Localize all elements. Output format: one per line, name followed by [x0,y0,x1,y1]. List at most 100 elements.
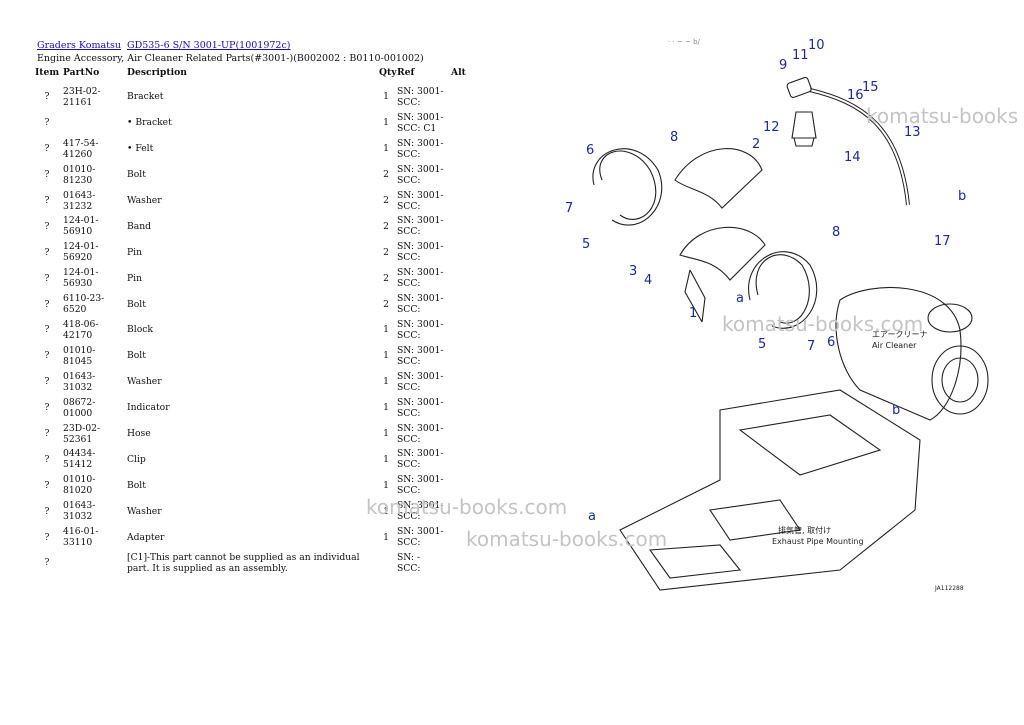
cell-item: ? [44,169,50,181]
cell-partno: 6110-23-6520 [63,293,105,316]
parts-table: Item PartNo Description Qty Ref Alt ? 23H… [33,66,483,576]
block-drawing [786,76,812,98]
cell-qty: 1 [383,453,389,465]
cell-alt [449,239,483,265]
breadcrumb: Graders Komatsu GD535-6 S/N 3001-UP(1001… [37,40,294,51]
cell-partno: 01643-31032 [63,500,96,523]
cell-partno: 418-06-42170 [63,318,99,341]
frame-drawing [619,389,921,591]
table-row: ? 01010-81230 Bolt 2 SN: 3001- SCC: [33,162,483,188]
callout-label: 3 [629,264,637,279]
cell-qty: 1 [383,479,389,491]
band-right-drawing [755,254,810,324]
cell-partno: 124-01-56920 [63,241,99,264]
air-cleaner-label-jp: エアークリーナ [872,330,928,339]
parts-diagram: 10 11 9 15 16 12 13 14 8 2 6 7 5 b 17 8 … [565,38,989,592]
callout-label: 6 [827,335,835,350]
drawing-id: JA112288 [934,585,964,592]
cell-partno: 23H-02-21161 [63,85,101,108]
band-left-drawing [599,150,657,220]
cell-description: • Felt [127,143,154,155]
cell-ref: SN: 3001- SCC: C1 [397,111,444,134]
cell-alt [449,110,483,136]
cell-ref: SN: 3001- SCC: [397,396,444,419]
callout-label: 11 [792,48,809,63]
callout-label: 8 [670,130,678,145]
table-row: ? [C1]-This part cannot be supplied as an… [33,550,483,576]
header-partno: PartNo [63,66,100,78]
cell-qty: 1 [383,324,389,336]
cell-qty: 2 [383,220,389,232]
cell-ref: SN: 3001- SCC: [397,215,444,238]
callout-label: a [588,509,596,524]
callout-label: a [736,291,744,306]
cell-item: ? [44,350,50,362]
cell-item: ? [44,117,50,129]
table-row: ? 418-06-42170 Block 1 SN: 3001- SCC: [33,317,483,343]
cell-ref: SN: 3001- SCC: [397,474,444,497]
cell-partno: 124-01-56910 [63,215,99,238]
cell-ref: SN: 3001- SCC: [397,318,444,341]
page-subtitle: Engine Accessory, Air Cleaner Related Pa… [37,53,424,64]
table-row: ? 01643-31232 Washer 2 SN: 3001- SCC: [33,188,483,214]
cell-qty: 1 [383,402,389,414]
cell-item: ? [44,272,50,284]
table-row: ? 01643-31032 Washer 1 SN: 3001- SCC: [33,498,483,524]
cell-alt [449,136,483,162]
cell-qty: 2 [383,298,389,310]
cell-description: Band [127,220,152,232]
callout-label: 5 [582,237,590,252]
table-row: ? 417-54-41260 • Felt 1 SN: 3001- SCC: [33,136,483,162]
cell-description: Adapter [127,531,165,543]
cell-partno: 01010-81230 [63,163,96,186]
cell-description: Bolt [127,298,146,310]
cell-qty: 2 [383,195,389,206]
table-row: ? 08672-01000 Indicator 1 SN: 3001- SCC: [33,395,483,421]
cell-alt [449,421,483,447]
header-qty: Qty [379,66,397,78]
cell-alt [449,498,483,524]
cell-partno: 01643-31232 [63,189,96,212]
table-row: ? 124-01-56910 Band 2 SN: 3001- SCC: [33,213,483,239]
breadcrumb-link-model[interactable]: GD535-6 S/N 3001-UP(1001972c) [127,40,290,51]
cell-ref: SN: 3001- SCC: [397,448,444,471]
table-row: ? 6110-23-6520 Bolt 2 SN: 3001- SCC: [33,291,483,317]
callout-label: 13 [904,125,921,140]
cell-item: ? [44,143,50,155]
cell-alt [449,550,483,576]
header-description: Description [127,66,187,78]
cell-partno: 417-54-41260 [63,137,99,160]
table-row: ? 23D-02-52361 Hose 1 SN: 3001- SCC: [33,421,483,447]
cell-description: [C1]-This part cannot be supplied as an … [127,551,360,574]
cell-qty: 1 [383,143,389,155]
cell-description: Bolt [127,169,146,181]
cell-item: ? [44,220,50,232]
table-row: ? 01010-81045 Bolt 1 SN: 3001- SCC: [33,343,483,369]
cell-description: Washer [127,195,162,206]
cell-item: ? [44,428,50,440]
cell-description: Washer [127,376,162,388]
cell-alt [449,291,483,317]
cell-description: Hose [127,428,151,440]
cell-item: ? [44,91,50,103]
cell-ref: SN: 3001- SCC: [397,293,444,316]
cell-qty: 1 [383,91,389,103]
breadcrumb-link-graders-komatsu[interactable]: Graders Komatsu [37,40,121,51]
cell-item: ? [44,557,50,569]
cell-alt [449,162,483,188]
cell-ref: SN: 3001- SCC: [397,137,444,160]
cell-alt [449,188,483,214]
cell-partno: 23D-02-52361 [63,422,101,445]
cell-item: ? [44,531,50,543]
cell-description: • Bracket [127,117,172,129]
cell-description: Pin [127,272,143,284]
cell-item: ? [44,376,50,388]
cell-ref: SN: 3001- SCC: [397,526,444,549]
cell-item: ? [44,479,50,491]
cell-item: ? [44,402,50,414]
callout-label: 7 [807,339,815,354]
callout-label: b [958,189,966,204]
cell-partno: 01010-81020 [63,474,96,497]
cell-qty: 1 [383,505,389,517]
cell-item: ? [44,505,50,517]
